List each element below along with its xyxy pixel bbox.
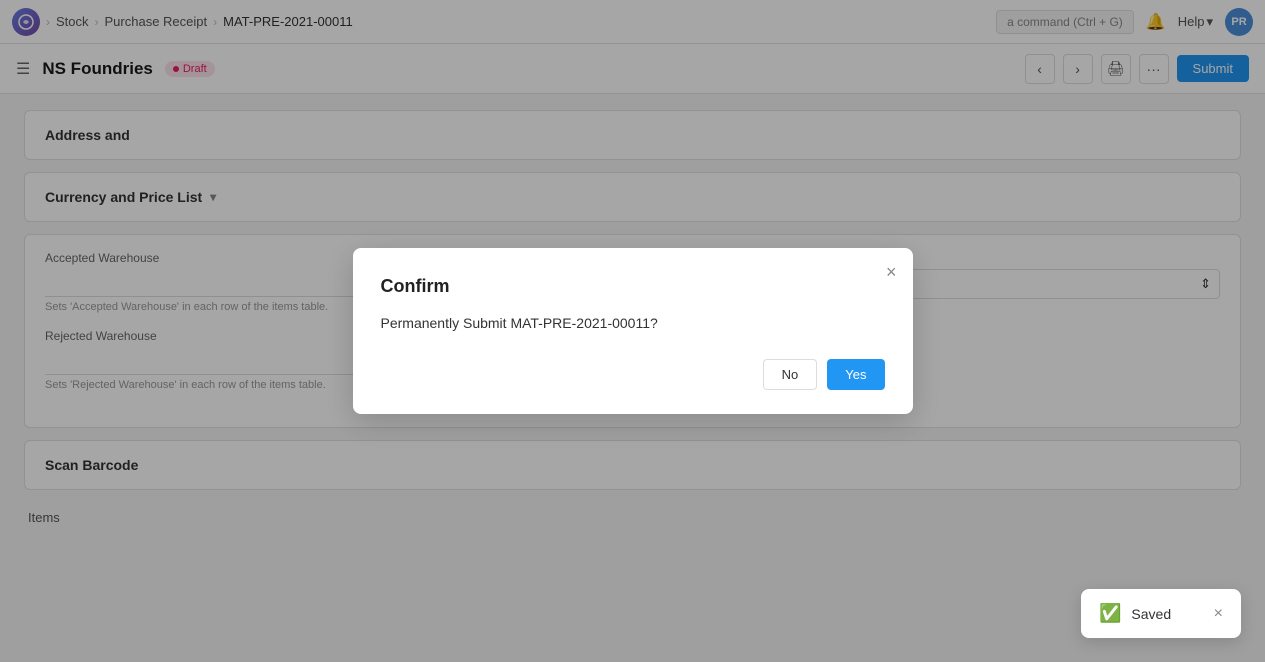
toast-close-button[interactable]: × <box>1214 605 1223 623</box>
modal-close-button[interactable]: × <box>886 262 897 283</box>
toast-notification: ✅ Saved × <box>1081 589 1241 638</box>
toast-message: Saved <box>1131 606 1171 622</box>
no-button[interactable]: No <box>763 359 818 390</box>
confirm-modal: Confirm × Permanently Submit MAT-PRE-202… <box>353 248 913 414</box>
check-icon: ✅ <box>1099 603 1121 624</box>
yes-button[interactable]: Yes <box>827 359 884 390</box>
modal-overlay[interactable]: Confirm × Permanently Submit MAT-PRE-202… <box>0 0 1265 662</box>
modal-footer: No Yes <box>381 359 885 390</box>
modal-body: Permanently Submit MAT-PRE-2021-00011? <box>381 315 885 331</box>
modal-title: Confirm <box>381 276 885 297</box>
